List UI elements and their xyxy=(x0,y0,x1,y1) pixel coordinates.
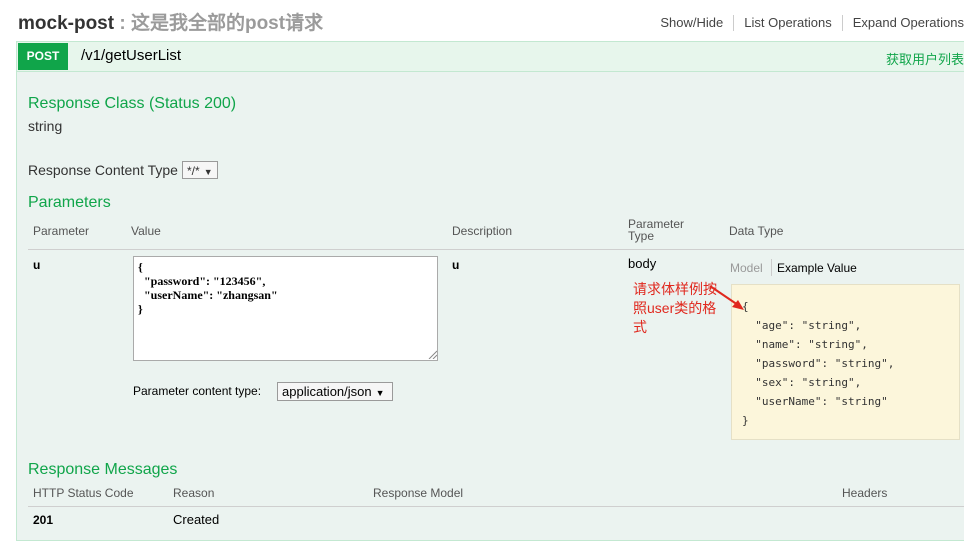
example-line: "name": "string", xyxy=(742,338,868,351)
value-line: } xyxy=(138,302,143,316)
show-hide-link[interactable]: Show/Hide xyxy=(650,15,735,31)
table-header-divider xyxy=(28,249,964,250)
col-parameter: Parameter xyxy=(33,224,90,238)
tab-divider xyxy=(771,259,772,276)
resource-name[interactable]: mock-post xyxy=(18,13,114,34)
value-line: "password": "123456", xyxy=(138,274,266,288)
example-line: } xyxy=(742,414,749,427)
response-messages-heading: Response Messages xyxy=(28,461,178,478)
annotation-arrow-icon xyxy=(709,285,744,310)
expand-operations-link[interactable]: Expand Operations xyxy=(843,15,964,31)
response-class-heading: Response Class (Status 200) xyxy=(28,95,237,112)
tab-model[interactable]: Model xyxy=(730,261,763,275)
example-line: "userName": "string" xyxy=(742,395,888,408)
example-line: "password": "string", xyxy=(742,357,895,370)
col-reason: Reason xyxy=(173,486,215,500)
value-line: { xyxy=(138,260,143,274)
response-status-code: 201 xyxy=(33,513,54,527)
col-data-type: Data Type xyxy=(729,224,784,238)
col-http-status-code: HTTP Status Code xyxy=(33,486,134,500)
response-class-value: string xyxy=(28,118,63,134)
parameter-content-type-select[interactable]: application/json ▼ xyxy=(277,382,393,401)
resource-description: 这是我全部的post请求 xyxy=(130,13,324,34)
caret-down-icon: ▼ xyxy=(375,388,385,398)
response-content-type-select[interactable]: */* ▼ xyxy=(182,161,218,179)
param-value-textarea[interactable]: { "password": "123456", "userName": "zha… xyxy=(133,256,438,361)
resize-handle-icon[interactable] xyxy=(428,350,437,359)
param-description: u xyxy=(452,258,460,272)
resource-heading[interactable]: mock-post : 这是我全部的post请求 xyxy=(18,8,323,35)
http-method-badge[interactable]: POST xyxy=(18,43,68,70)
value-line: "userName": "zhangsan" xyxy=(138,288,278,302)
list-operations-link[interactable]: List Operations xyxy=(734,15,843,31)
col-parameter-type: Parameter Type xyxy=(628,217,685,243)
response-table-divider xyxy=(28,506,964,507)
parameter-content-type-value: application/json xyxy=(282,384,372,399)
operation-path[interactable]: /v1/getUserList xyxy=(81,47,181,64)
operation-summary[interactable]: 获取用户列表 xyxy=(886,49,964,68)
param-name: u xyxy=(33,258,41,272)
caret-down-icon: ▼ xyxy=(203,167,213,177)
resource-operations: Show/Hide List Operations Expand Operati… xyxy=(650,15,964,31)
col-description: Description xyxy=(452,224,513,238)
example-line: "sex": "string", xyxy=(742,376,862,389)
example-line: "age": "string", xyxy=(742,319,862,332)
response-reason: Created xyxy=(173,512,220,527)
resource-description-sep: : xyxy=(119,13,131,34)
parameters-heading: Parameters xyxy=(28,194,111,211)
col-response-model: Response Model xyxy=(373,486,464,500)
col-value: Value xyxy=(131,224,161,238)
col-headers: Headers xyxy=(842,486,888,500)
param-type: body xyxy=(628,256,657,271)
tab-example-value[interactable]: Example Value xyxy=(777,261,857,275)
response-content-type-value: */* xyxy=(187,164,200,178)
example-value-box[interactable]: { "age": "string", "name": "string", "pa… xyxy=(731,284,960,440)
response-content-type-label: Response Content Type xyxy=(28,162,178,178)
parameter-content-type-label: Parameter content type: xyxy=(133,384,262,398)
